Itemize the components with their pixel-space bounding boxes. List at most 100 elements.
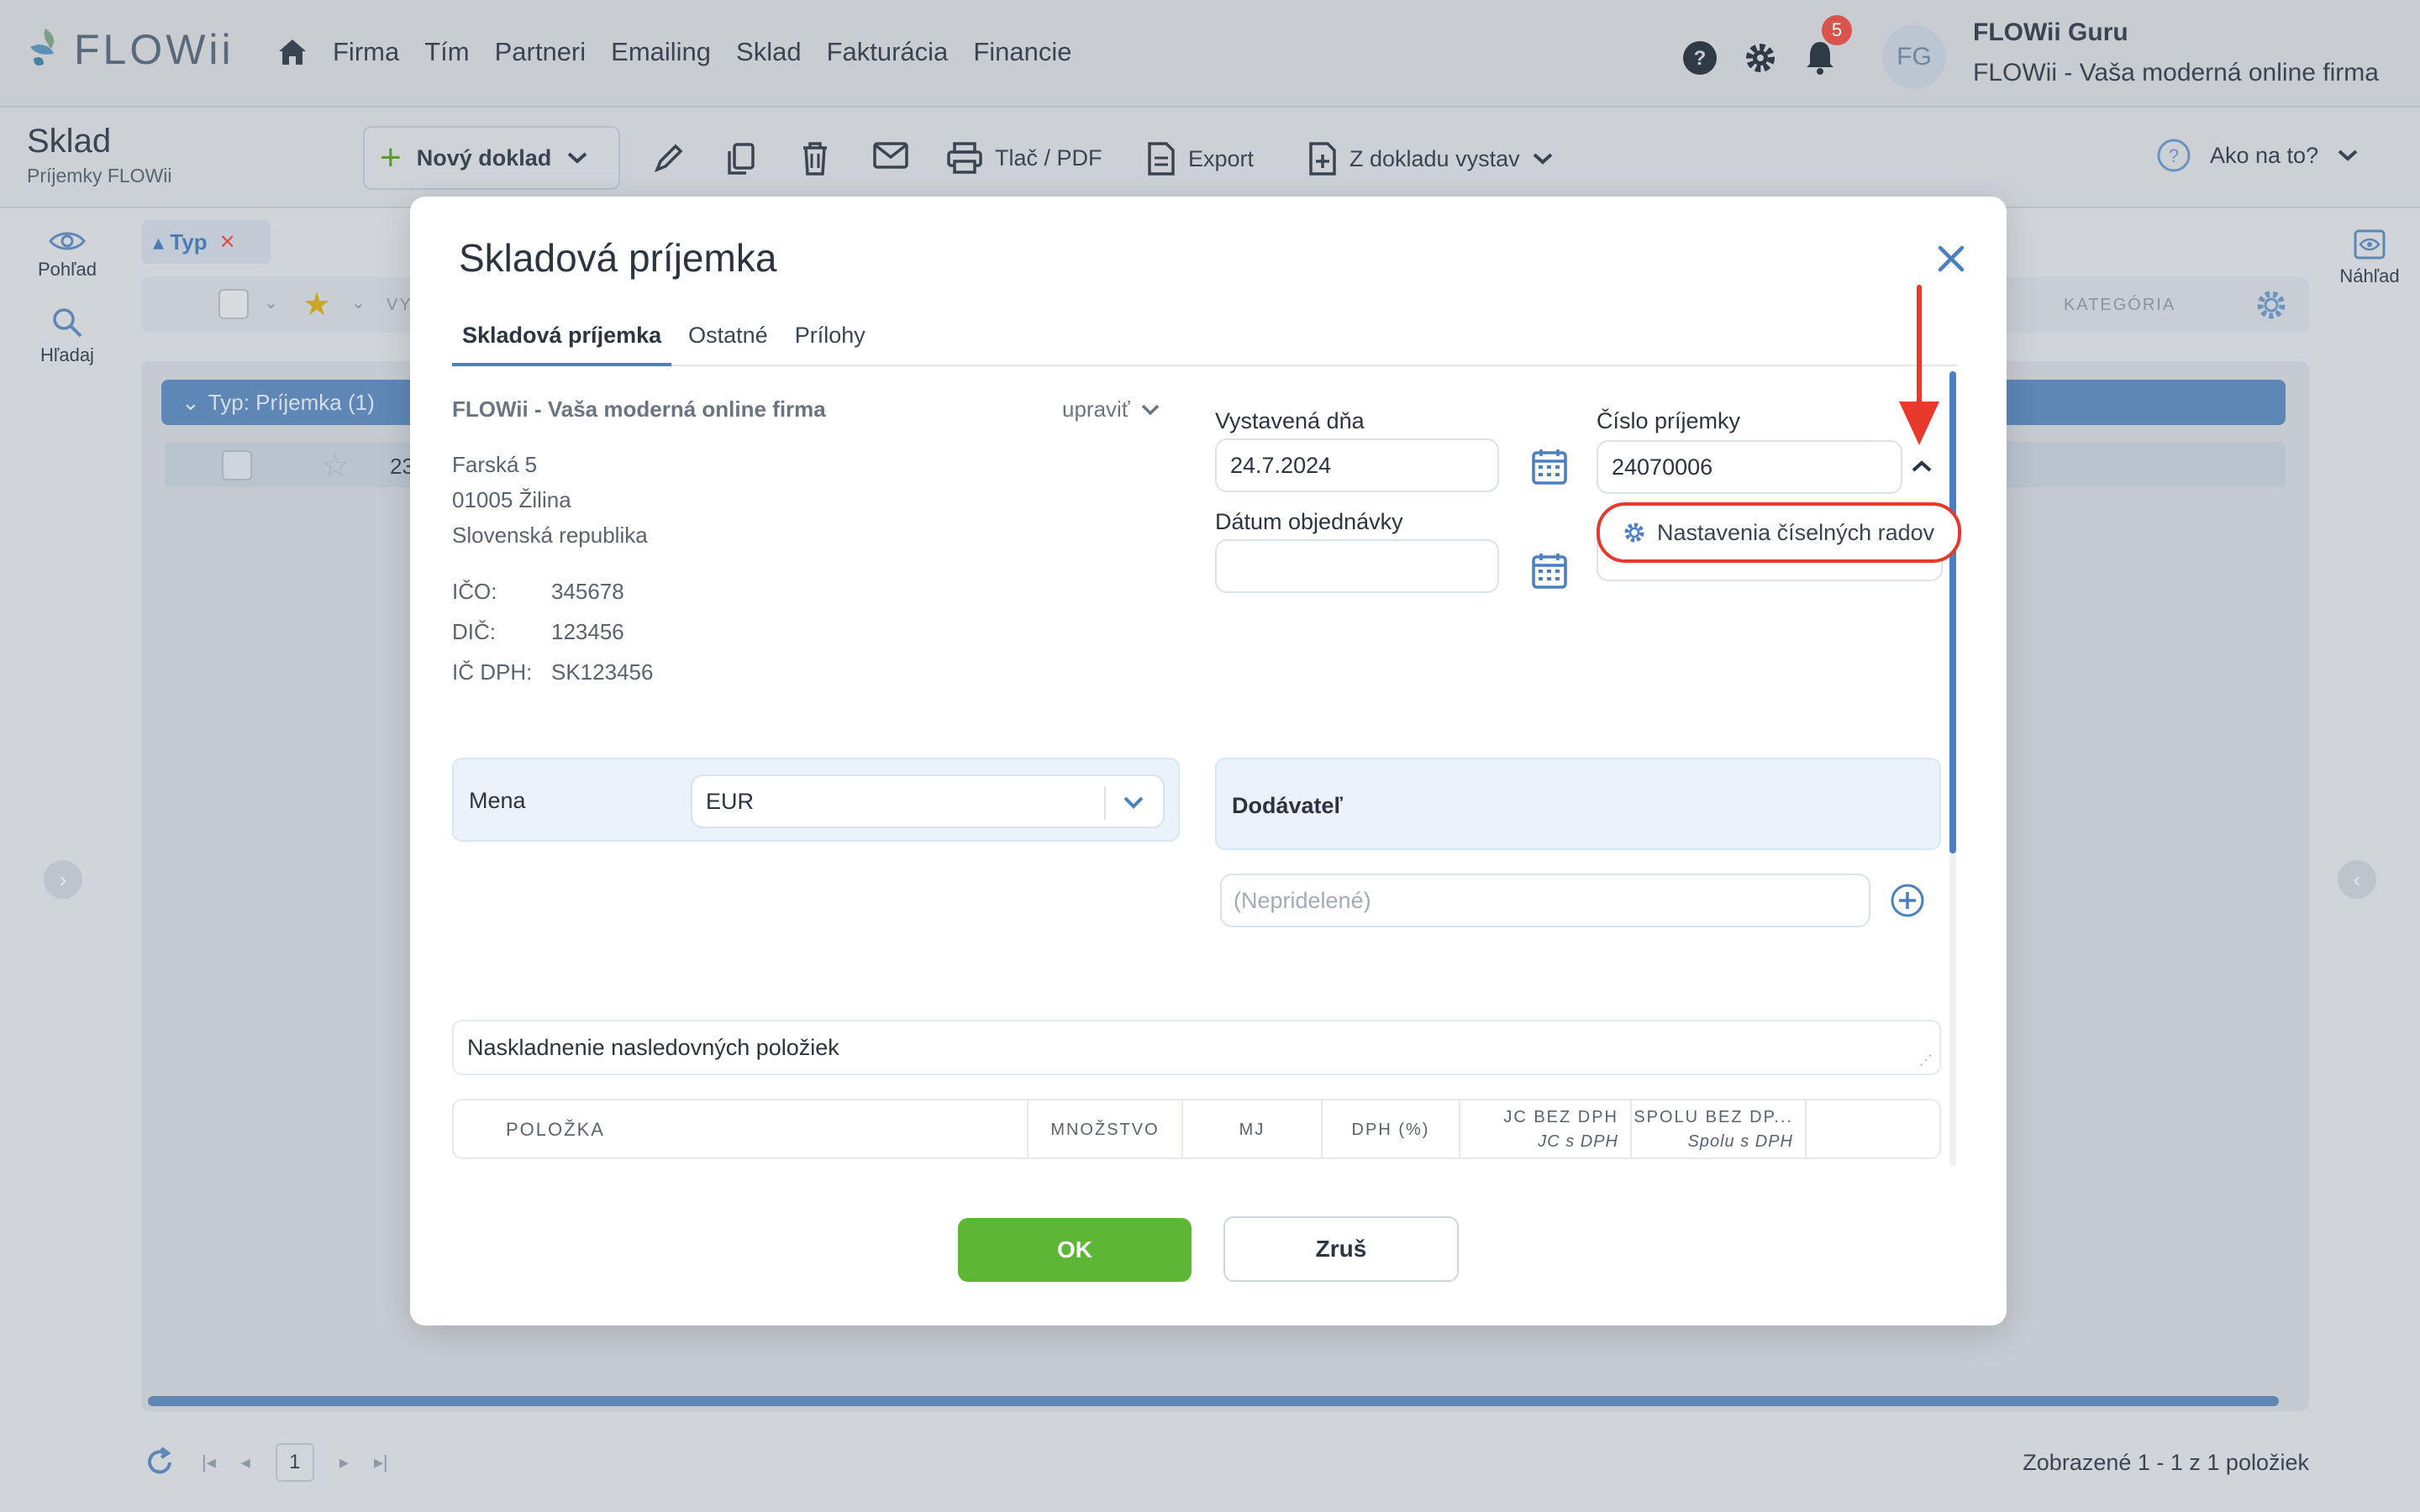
nav-sklad[interactable]: Sklad [736,37,802,67]
help-icon[interactable]: ? [1682,40,1718,76]
page-title: Sklad [27,123,112,160]
star-icon[interactable]: ★ [302,286,331,323]
page-subtitle: Príjemky FLOWii [27,165,172,186]
column-total[interactable]: SPOLU BEZ DP... Spolu s DPH [1632,1100,1807,1158]
order-date-label: Dátum objednávky [1215,509,1403,534]
vertical-scrollbar[interactable] [1949,371,1956,853]
column-quantity[interactable]: MNOŽSTVO [1028,1100,1183,1158]
nav-financie[interactable]: Financie [973,37,1071,67]
horizontal-scrollbar[interactable] [148,1396,2279,1406]
modal-title: Skladová príjemka [459,236,777,280]
issue-from-document-button[interactable]: Z dokladu vystav [1307,141,1554,176]
prev-record-arrow-icon[interactable]: › [44,860,82,899]
address-city: 01005 Žilina [452,487,571,512]
home-icon[interactable] [277,38,308,66]
column-item[interactable]: POLOŽKA [454,1100,1028,1158]
ic-dph-label: IČ DPH: [452,659,533,685]
column-header-category[interactable]: KATEGÓRIA [2064,296,2175,315]
search-label: Hľadaj [40,344,94,365]
chevron-down-icon [1533,153,1552,165]
remove-filter-icon[interactable]: ✕ [219,230,236,255]
calendar-icon[interactable] [1531,551,1568,590]
column-header-partial[interactable]: VY [387,296,413,315]
toolbar: Sklad Príjemky FLOWii + Nový doklad Tlač… [0,108,2420,208]
edit-company-link[interactable]: upraviť [1062,396,1160,423]
new-document-button[interactable]: + Nový doklad [363,126,620,190]
currency-select[interactable]: EUR [691,774,1165,828]
company-ids: IČO: 345678 DIČ: 123456 IČ DPH: SK123456 [452,571,653,692]
flowii-logo[interactable]: FLOWii [25,25,234,74]
user-company: FLOWii - Vaša moderná online firma [1973,59,2379,87]
copy-button[interactable] [724,141,758,176]
tab-attachments[interactable]: Prílohy [785,314,876,366]
question-circle-icon: ? [2157,139,2191,172]
document-icon [1148,142,1175,176]
next-page-icon[interactable]: ▸ [339,1452,349,1473]
chevron-up-icon[interactable] [1911,459,1933,474]
how-to-label: Ako na to? [2210,142,2319,168]
tab-other[interactable]: Ostatné [678,314,778,366]
issued-date-input[interactable]: 24.7.2024 [1215,438,1499,492]
page-number[interactable]: 1 [275,1443,314,1482]
ok-button[interactable]: OK [958,1218,1192,1282]
column-settings-gear-icon[interactable] [2254,287,2289,323]
nav-fakturacia[interactable]: Fakturácia [827,37,949,67]
number-series-settings-option[interactable]: Nastavenia číselných radov [1597,502,1961,563]
search-button[interactable]: Hľadaj [25,306,109,366]
settings-gear-icon[interactable] [1743,40,1778,76]
currency-label: Mena [469,788,526,813]
how-to-button[interactable]: ? Ako na to? [2156,138,2359,173]
order-date-input[interactable] [1215,539,1499,593]
resize-grip-icon[interactable]: ⋰ [1919,1052,1933,1068]
receipt-number-input[interactable]: 24070006 [1597,440,1902,494]
column-unit[interactable]: MJ [1183,1100,1323,1158]
nav-firma[interactable]: Firma [333,37,399,67]
left-sidebar: Pohľad Hľadaj [25,228,109,391]
delete-button[interactable] [800,141,830,176]
first-page-icon[interactable]: |◂ [202,1452,216,1473]
preview-button[interactable]: Náhľad [2328,228,2412,287]
view-button[interactable]: Pohľad [25,228,109,281]
nav-emailing[interactable]: Emailing [611,37,711,67]
svg-text:?: ? [1694,47,1707,70]
filter-chip-type[interactable]: ▴ Typ ✕ [141,220,271,264]
refresh-icon[interactable] [143,1446,176,1479]
edit-button[interactable] [652,141,686,175]
eye-icon [49,232,86,250]
last-page-icon[interactable]: ▸| [374,1452,388,1473]
next-record-arrow-icon[interactable]: ‹ [2338,860,2376,899]
notification-badge: 5 [1822,15,1852,45]
calendar-icon[interactable] [1531,447,1568,486]
supplier-input[interactable]: (Nepridelené) [1220,874,1870,927]
view-label: Pohľad [37,259,97,280]
currency-value: EUR [706,788,755,814]
chevron-down-icon[interactable]: ⌄ [351,292,366,313]
column-unit-price[interactable]: JC BEZ DPH JC s DPH [1460,1100,1632,1158]
search-icon [53,308,82,338]
supplier-label: Dodávateľ [1232,793,1343,818]
cancel-button[interactable]: Zruš [1223,1216,1459,1282]
chevron-down-icon [1141,404,1159,415]
export-button[interactable]: Export [1146,141,1254,176]
nav-partneri[interactable]: Partneri [495,37,587,67]
close-icon[interactable] [1933,240,1970,277]
star-outline-icon[interactable]: ☆ [321,447,350,485]
issued-date-label: Vystavená dňa [1215,408,1365,433]
row-checkbox[interactable] [222,450,252,480]
note-textarea[interactable]: Naskladnenie nasledovných položiek ⋰ [452,1020,1941,1075]
email-button[interactable] [872,141,909,170]
address-country: Slovenská republika [452,522,648,548]
edit-label: upraviť [1062,396,1130,422]
envelope-icon [873,142,908,169]
select-all-checkbox[interactable] [218,289,249,319]
column-vat[interactable]: DPH (%) [1323,1100,1460,1158]
user-avatar[interactable]: FG [1882,25,1946,89]
chevron-down-icon[interactable]: ⌄ [264,292,278,313]
print-pdf-button[interactable]: Tlač / PDF [946,141,1102,175]
tab-receipt[interactable]: Skladová príjemka [452,314,672,366]
svg-text:?: ? [2169,145,2179,166]
add-supplier-plus-icon[interactable] [1889,882,1926,919]
nav-tim[interactable]: Tím [424,37,469,67]
prev-page-icon[interactable]: ◂ [241,1452,250,1473]
items-table-header: POLOŽKA MNOŽSTVO MJ DPH (%) JC BEZ DPH J… [452,1099,1941,1159]
